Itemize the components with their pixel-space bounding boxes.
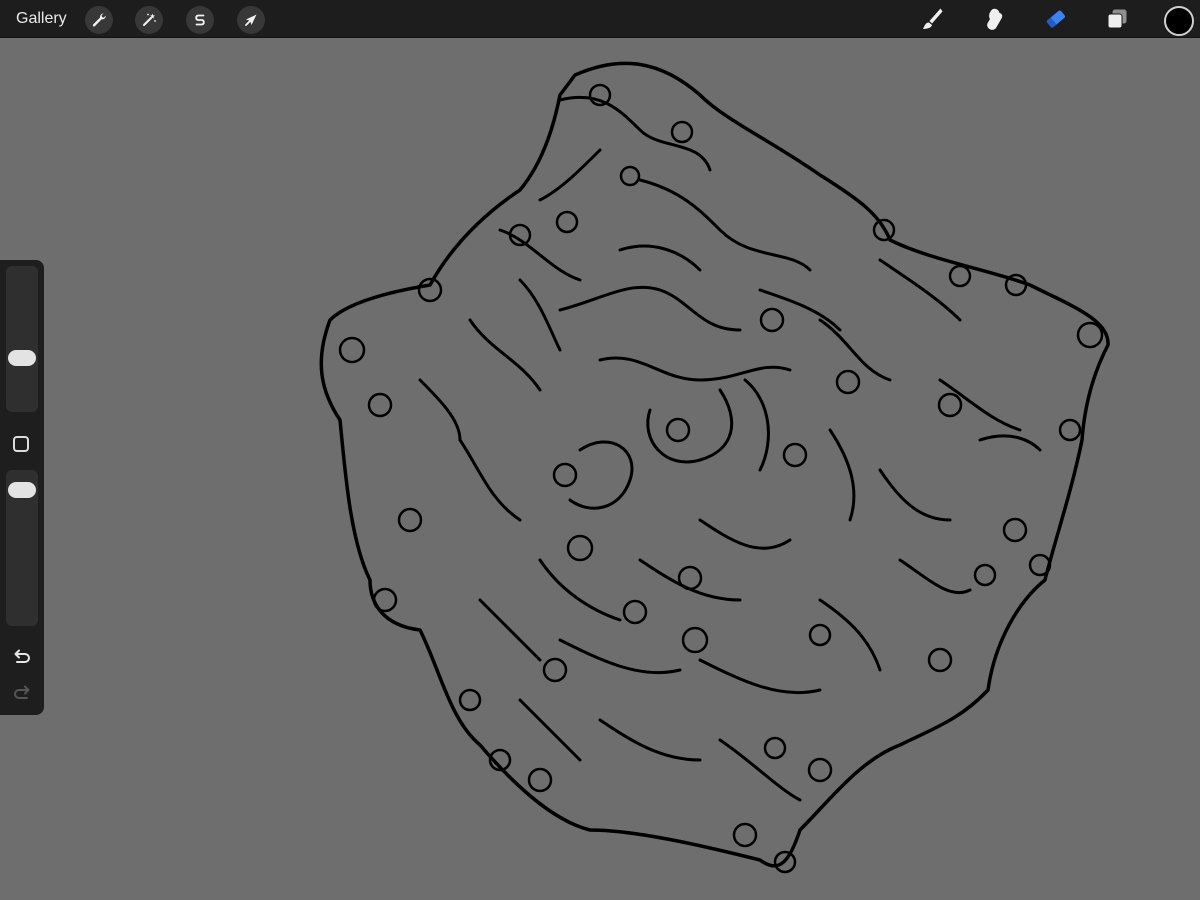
magic-wand-icon — [143, 13, 156, 26]
brush-size-thumb[interactable] — [8, 349, 36, 366]
undo-icon — [14, 649, 30, 663]
brush-tool-button[interactable] — [917, 4, 947, 34]
modify-square-icon[interactable] — [13, 436, 29, 452]
redo-icon — [14, 685, 30, 699]
brush-icon — [923, 8, 943, 29]
adjustments-button[interactable] — [135, 6, 163, 34]
arrow-cursor-icon — [245, 14, 257, 26]
drawing-strokes — [319, 61, 1110, 874]
opacity-thumb[interactable] — [8, 481, 36, 498]
smudge-tool-button[interactable] — [979, 4, 1009, 34]
eraser-icon — [1046, 10, 1065, 28]
opacity-slider[interactable] — [6, 470, 38, 626]
layers-icon — [1107, 9, 1127, 29]
transform-button[interactable] — [237, 6, 265, 34]
redo-button[interactable] — [10, 680, 34, 704]
smudge-icon — [987, 8, 1003, 30]
selection-s-icon — [195, 14, 205, 26]
selection-button[interactable] — [186, 6, 214, 34]
undo-button[interactable] — [10, 644, 34, 668]
layers-button[interactable] — [1102, 4, 1132, 34]
brush-size-slider[interactable] — [6, 266, 38, 412]
top-toolbar: Gallery — [0, 0, 1200, 38]
eraser-tool-button[interactable] — [1041, 4, 1071, 34]
gallery-button[interactable]: Gallery — [16, 10, 67, 28]
left-sidebar — [0, 260, 44, 715]
wrench-icon — [92, 13, 106, 27]
drawing-canvas[interactable] — [0, 38, 1200, 900]
color-picker-button[interactable] — [1164, 6, 1194, 36]
actions-button[interactable] — [85, 6, 113, 34]
procreate-app: Gallery — [0, 0, 1200, 900]
coral-pattern-drawing — [319, 61, 1110, 874]
